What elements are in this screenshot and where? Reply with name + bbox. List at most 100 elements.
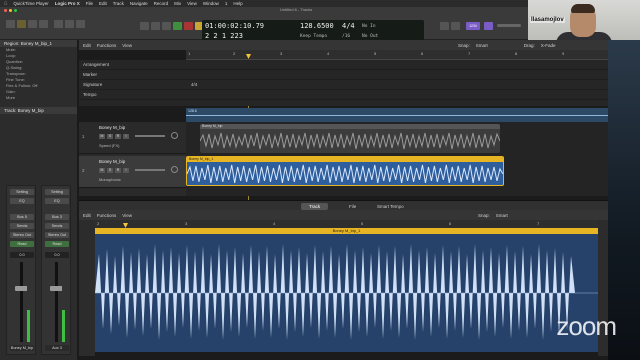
record-enable-button[interactable]: R [115, 134, 121, 139]
inspector-button[interactable] [17, 20, 26, 28]
editor-menu-edit[interactable]: Edit [83, 213, 91, 218]
smart-controls-button[interactable] [54, 20, 63, 28]
window-title: Untitled 6 - Tracks [280, 7, 313, 12]
solo-button[interactable]: S [107, 168, 113, 173]
menu-window[interactable]: Window [203, 1, 219, 6]
menu-file[interactable]: File [86, 1, 93, 6]
input-monitor-button[interactable]: I [123, 134, 129, 139]
strip1-input-button[interactable]: Bus 5 [10, 214, 34, 220]
strip1-output-button[interactable]: Stereo Out [10, 232, 34, 238]
master-volume-slider[interactable] [497, 24, 521, 27]
mixer-button[interactable] [65, 20, 74, 28]
library-button[interactable] [6, 20, 15, 28]
minimize-window-icon[interactable] [9, 9, 12, 12]
stop-icon[interactable] [162, 22, 171, 30]
strip2-output-button[interactable]: Stereo Out [45, 232, 69, 238]
channel-strip-2: Setting EQ Bus 3 Sends Stereo Out Read 0… [41, 185, 71, 355]
strip2-sends-button[interactable]: Sends [45, 223, 69, 229]
lcd-division[interactable]: /16 [342, 34, 350, 39]
menu-view[interactable]: View [187, 1, 197, 6]
strip1-sends-button[interactable]: Sends [10, 223, 34, 229]
lcd-bars: 2 2 1 223 [205, 32, 243, 40]
strip1-automation-button[interactable]: Read [10, 241, 34, 247]
lcd-tempo[interactable]: 128.6500 [300, 22, 334, 30]
menu-track[interactable]: Track [113, 1, 124, 6]
close-window-icon[interactable] [4, 9, 7, 12]
mute-button[interactable]: M [99, 134, 105, 139]
metronome-icon[interactable] [484, 22, 493, 30]
count-in-badge[interactable]: 1234 [466, 22, 480, 30]
track-name[interactable]: Boney M_bip [99, 159, 125, 164]
strip2-input-button[interactable]: Bus 3 [45, 214, 69, 220]
editor-menu-view[interactable]: View [122, 213, 132, 218]
menu-record[interactable]: Record [154, 1, 169, 6]
bar-ruler[interactable]: 1 2 3 4 5 6 7 8 9 [186, 50, 608, 60]
strip2-setting-button[interactable]: Setting [45, 189, 69, 195]
track-pan-knob[interactable] [171, 166, 178, 173]
editor-waveform-area[interactable] [95, 234, 598, 352]
menu-edit[interactable]: Edit [99, 1, 107, 6]
audio-region-2-selected[interactable]: Boney M_bip_1 [186, 156, 504, 186]
mute-button[interactable]: M [99, 168, 105, 173]
strip2-eq-button[interactable]: EQ [45, 198, 69, 204]
solo-button[interactable]: S [107, 134, 113, 139]
drag-select[interactable]: X-Fade [541, 43, 556, 48]
strip1-setting-button[interactable]: Setting [10, 189, 34, 195]
tempo-track-lane[interactable]: 128.6 [186, 108, 608, 122]
solo-icon[interactable] [451, 22, 460, 30]
strip1-eq-button[interactable]: EQ [10, 198, 34, 204]
forward-icon[interactable] [151, 22, 160, 30]
audio-region-1[interactable]: Boney M_bip [200, 124, 500, 153]
menu-quicktime[interactable]: QuickTime Player [13, 1, 48, 6]
snap-select[interactable]: Smart [476, 43, 488, 48]
record-enable-button[interactable]: R [115, 168, 121, 173]
track-flex-mode[interactable]: Speed (FX) [99, 143, 119, 148]
input-monitor-button[interactable]: I [123, 168, 129, 173]
track-inspector-header[interactable]: Track: Boney M_bip [0, 107, 77, 114]
tab-track[interactable]: Track [301, 203, 329, 210]
tracks-menu-view[interactable]: View [122, 43, 132, 48]
quick-help-button[interactable] [28, 20, 37, 28]
rewind-icon[interactable] [140, 22, 149, 30]
tuner-icon[interactable] [440, 22, 449, 30]
track-header-1[interactable]: 1 Boney M_bip M S R I Speed (FX) [79, 122, 186, 154]
playhead-marker-icon[interactable] [246, 54, 251, 59]
editor-snap-label: Snap: [477, 212, 490, 218]
zoom-window-icon[interactable] [14, 9, 17, 12]
track-headers: 1 Boney M_bip M S R I Speed (FX) 2 Boney… [79, 122, 186, 196]
lcd-signature[interactable]: 4/4 [342, 22, 355, 30]
track-flex-mode[interactable]: Monophonic [99, 177, 121, 182]
inspector-row-more[interactable]: More [0, 95, 77, 101]
global-track-signature[interactable]: Signature 4/4 [79, 80, 608, 90]
menu-1[interactable]: 1 [225, 1, 228, 6]
global-track-marker[interactable]: Marker [79, 70, 608, 80]
region-inspector-header[interactable]: Region: Boney M_bip_1 [0, 40, 77, 47]
track-volume-slider[interactable] [135, 169, 165, 171]
track-pan-knob[interactable] [171, 132, 178, 139]
tracks-workspace[interactable]: Boney M_bip Boney M_bip_1 [186, 122, 608, 196]
global-track-tempo[interactable]: Tempo [79, 90, 608, 100]
play-icon[interactable] [173, 22, 182, 30]
editor-menu-functions[interactable]: Functions [97, 213, 117, 218]
toolbar-button[interactable] [39, 20, 48, 28]
editor-ruler[interactable]: 2 3 4 5 6 7 [95, 220, 598, 228]
tab-smart-tempo[interactable]: Smart Tempo [369, 203, 412, 210]
track-name[interactable]: Boney M_bip [99, 125, 125, 130]
menu-help[interactable]: Help [233, 1, 242, 6]
track-header-2[interactable]: 2 Boney M_bip M S R I Monophonic [79, 156, 186, 188]
tab-file[interactable]: File [341, 203, 364, 210]
tracks-menu-edit[interactable]: Edit [83, 43, 91, 48]
track-number: 2 [82, 168, 85, 173]
apple-icon[interactable]:  [4, 1, 7, 6]
editors-button[interactable] [76, 20, 85, 28]
track-volume-slider[interactable] [135, 135, 165, 137]
editor-snap-select[interactable]: Smart [496, 213, 508, 218]
menu-mix[interactable]: Mix [174, 1, 181, 6]
record-icon[interactable] [184, 22, 193, 30]
menu-logic[interactable]: Logic Pro X [55, 1, 80, 6]
menu-navigate[interactable]: Navigate [130, 1, 148, 6]
tracks-menu-functions[interactable]: Functions [97, 43, 117, 48]
strip2-automation-button[interactable]: Read [45, 241, 69, 247]
global-track-arrangement[interactable]: Arrangement [79, 60, 608, 70]
lcd-tempo-mode[interactable]: Keep Tempo [300, 34, 327, 39]
